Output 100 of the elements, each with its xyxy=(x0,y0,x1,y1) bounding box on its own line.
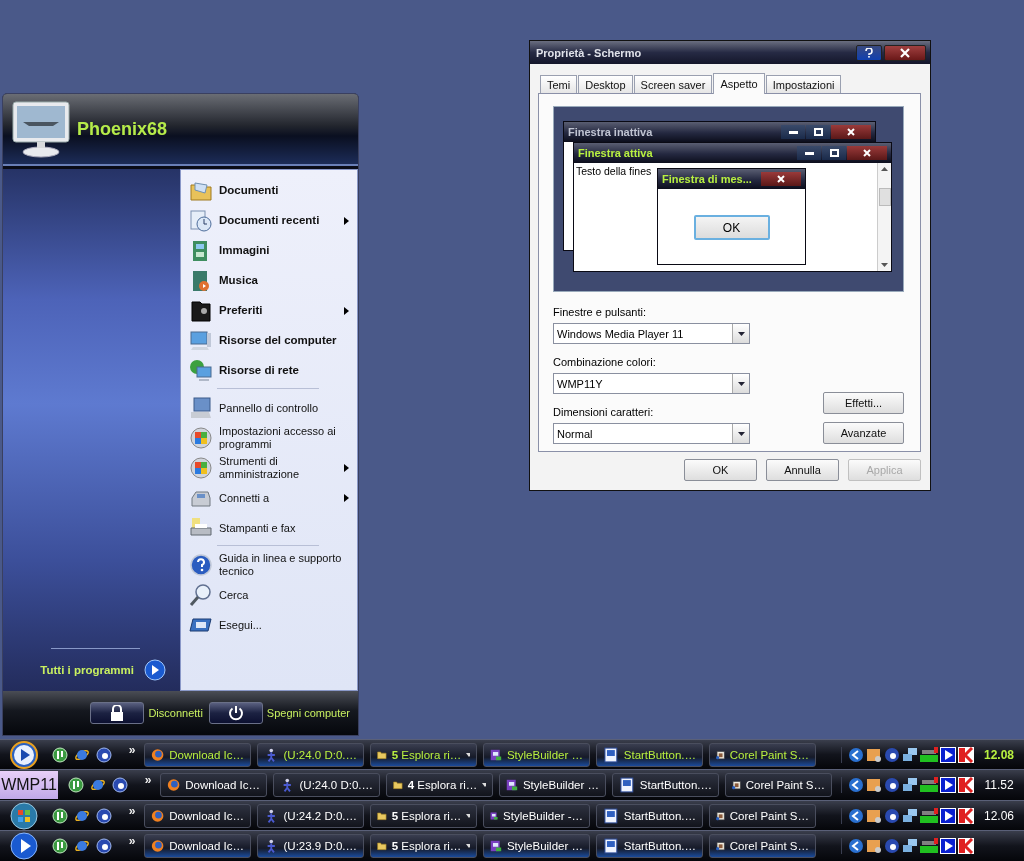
taskbar-button[interactable]: 5 Esplora ri… xyxy=(370,803,477,828)
signal-bars-icon[interactable] xyxy=(920,746,938,763)
more-button[interactable]: » xyxy=(120,803,144,818)
taskbar-button[interactable]: StartButton.… xyxy=(612,773,719,797)
taskbar-button[interactable]: (U:24.2 D:0.… xyxy=(257,803,364,828)
round-app-icon[interactable] xyxy=(96,838,112,854)
picture-icon[interactable] xyxy=(866,838,882,854)
start-menu-item[interactable]: Risorse di rete xyxy=(187,356,357,386)
start-menu-item[interactable]: Musica xyxy=(187,266,357,296)
round-app-icon[interactable] xyxy=(96,807,112,824)
start-menu-item[interactable]: Pannello di controllo xyxy=(187,393,357,423)
help-button[interactable] xyxy=(856,44,882,61)
tab[interactable]: Screen saver xyxy=(633,75,713,93)
close-button[interactable] xyxy=(884,44,926,61)
dialog-button[interactable]: Avanzate xyxy=(823,422,904,444)
picture-icon[interactable] xyxy=(866,807,882,824)
taskbar-button[interactable]: StartButton.… xyxy=(596,834,703,858)
ok-button[interactable]: OK xyxy=(693,215,770,240)
round-app-icon[interactable] xyxy=(884,807,900,824)
start-menu-item[interactable]: Cerca xyxy=(187,580,357,610)
dialog-button[interactable]: OK xyxy=(684,459,757,481)
dropdown-field[interactable]: Windows Media Player 11 xyxy=(553,323,750,344)
dropdown-field[interactable]: WMP11Y xyxy=(553,373,750,394)
network-icon[interactable] xyxy=(902,807,918,824)
picture-icon[interactable] xyxy=(866,777,882,793)
round-app-icon[interactable] xyxy=(884,746,900,763)
k-shield-icon[interactable] xyxy=(958,807,974,824)
taskbar-button[interactable]: 5 Esplora ri… xyxy=(370,742,477,767)
taskbar-button[interactable]: StartButton.… xyxy=(596,742,703,767)
play-icon[interactable] xyxy=(940,777,956,793)
play-icon[interactable] xyxy=(940,838,956,854)
taskbar-button[interactable]: Corel Paint S… xyxy=(709,803,816,828)
more-button[interactable]: » xyxy=(120,834,144,848)
start-menu-item[interactable]: Strumenti di amministrazione xyxy=(187,453,357,483)
network-icon[interactable] xyxy=(902,777,918,793)
start-menu-item[interactable]: Guida in linea e supporto tecnico xyxy=(187,550,357,580)
start-menu-item[interactable]: Risorse del computer xyxy=(187,326,357,356)
taskbar-button[interactable]: Download Ic… xyxy=(144,834,251,858)
taskbar-button[interactable]: (U:23.9 D:0.… xyxy=(257,834,364,858)
taskbar-button[interactable]: Corel Paint S… xyxy=(725,773,832,797)
round-app-icon[interactable] xyxy=(96,746,112,763)
tab[interactable]: Impostazioni xyxy=(765,75,842,93)
more-button[interactable]: » xyxy=(136,773,160,787)
taskbar-button[interactable]: 5 Esplora ri… xyxy=(370,834,477,858)
circle-app-icon[interactable] xyxy=(68,777,84,793)
all-programs-button[interactable]: Tutti i programmi xyxy=(3,659,180,681)
lock-button[interactable] xyxy=(90,702,145,724)
taskbar-button[interactable]: (U:24.0 D:0.… xyxy=(273,773,380,797)
picture-icon[interactable] xyxy=(866,746,882,763)
start-menu-item[interactable]: Documenti xyxy=(187,176,357,206)
signal-bars-icon[interactable] xyxy=(920,777,938,793)
start-menu-item[interactable]: Connetti a xyxy=(187,483,357,513)
round-app-icon[interactable] xyxy=(112,777,128,793)
more-button[interactable]: » xyxy=(120,742,144,757)
circle-app-icon[interactable] xyxy=(52,807,68,824)
tab[interactable]: Temi xyxy=(540,75,578,93)
taskbar-button[interactable]: 4 Esplora ri… xyxy=(386,773,493,797)
signal-bars-icon[interactable] xyxy=(920,838,938,854)
power-button[interactable] xyxy=(208,702,263,724)
taskbar-button[interactable]: StyleBuilder … xyxy=(499,773,606,797)
close-button[interactable] xyxy=(761,172,801,186)
circle-app-icon[interactable] xyxy=(52,838,68,854)
start-button[interactable]: WMP11 xyxy=(0,771,58,799)
taskbar-button[interactable]: Corel Paint S… xyxy=(709,834,816,858)
browser-ring-icon[interactable] xyxy=(74,838,90,854)
taskbar-button[interactable]: (U:24.0 D:0.… xyxy=(257,742,364,767)
close-button[interactable] xyxy=(847,146,887,160)
start-menu-item[interactable]: Documenti recenti xyxy=(187,206,357,236)
network-icon[interactable] xyxy=(902,746,918,763)
round-app-icon[interactable] xyxy=(884,777,900,793)
taskbar-button[interactable]: StyleBuilder … xyxy=(483,834,590,858)
start-menu-item[interactable]: Immagini xyxy=(187,236,357,266)
play-icon[interactable] xyxy=(940,807,956,824)
dialog-button[interactable]: Annulla xyxy=(766,459,839,481)
start-menu-item[interactable]: Esegui... xyxy=(187,610,357,640)
taskbar-button[interactable]: Corel Paint S… xyxy=(709,742,816,767)
tab[interactable]: Desktop xyxy=(578,75,633,93)
minimize-button[interactable] xyxy=(797,146,821,160)
k-shield-icon[interactable] xyxy=(958,746,974,763)
taskbar-button[interactable]: Download Ic… xyxy=(160,773,267,797)
maximize-button[interactable] xyxy=(822,146,846,160)
circle-app-icon[interactable] xyxy=(52,746,68,763)
start-menu-item[interactable]: Stampanti e fax xyxy=(187,513,357,543)
start-menu-item[interactable]: Preferiti xyxy=(187,296,357,326)
taskbar-button[interactable]: Download Ic… xyxy=(144,742,251,767)
taskbar-button[interactable]: StartButton.… xyxy=(596,803,703,828)
dropdown-field[interactable]: Normal xyxy=(553,423,750,444)
dialog-button[interactable]: Effetti... xyxy=(823,392,904,414)
network-icon[interactable] xyxy=(902,838,918,854)
scroll-thumb[interactable] xyxy=(878,188,891,206)
scrollbar[interactable] xyxy=(877,163,891,271)
taskbar-button[interactable]: Download Ic… xyxy=(144,803,251,828)
browser-ring-icon[interactable] xyxy=(90,777,106,793)
footer-link[interactable]: Disconnetti xyxy=(148,707,203,719)
tab[interactable]: Aspetto xyxy=(713,73,765,94)
signal-bars-icon[interactable] xyxy=(920,807,938,824)
taskbar-button[interactable]: StyleBuilder … xyxy=(483,742,590,767)
footer-link[interactable]: Spegni computer xyxy=(266,707,350,719)
round-app-icon[interactable] xyxy=(884,838,900,854)
taskbar-button[interactable]: StyleBuilder -… xyxy=(483,803,590,828)
